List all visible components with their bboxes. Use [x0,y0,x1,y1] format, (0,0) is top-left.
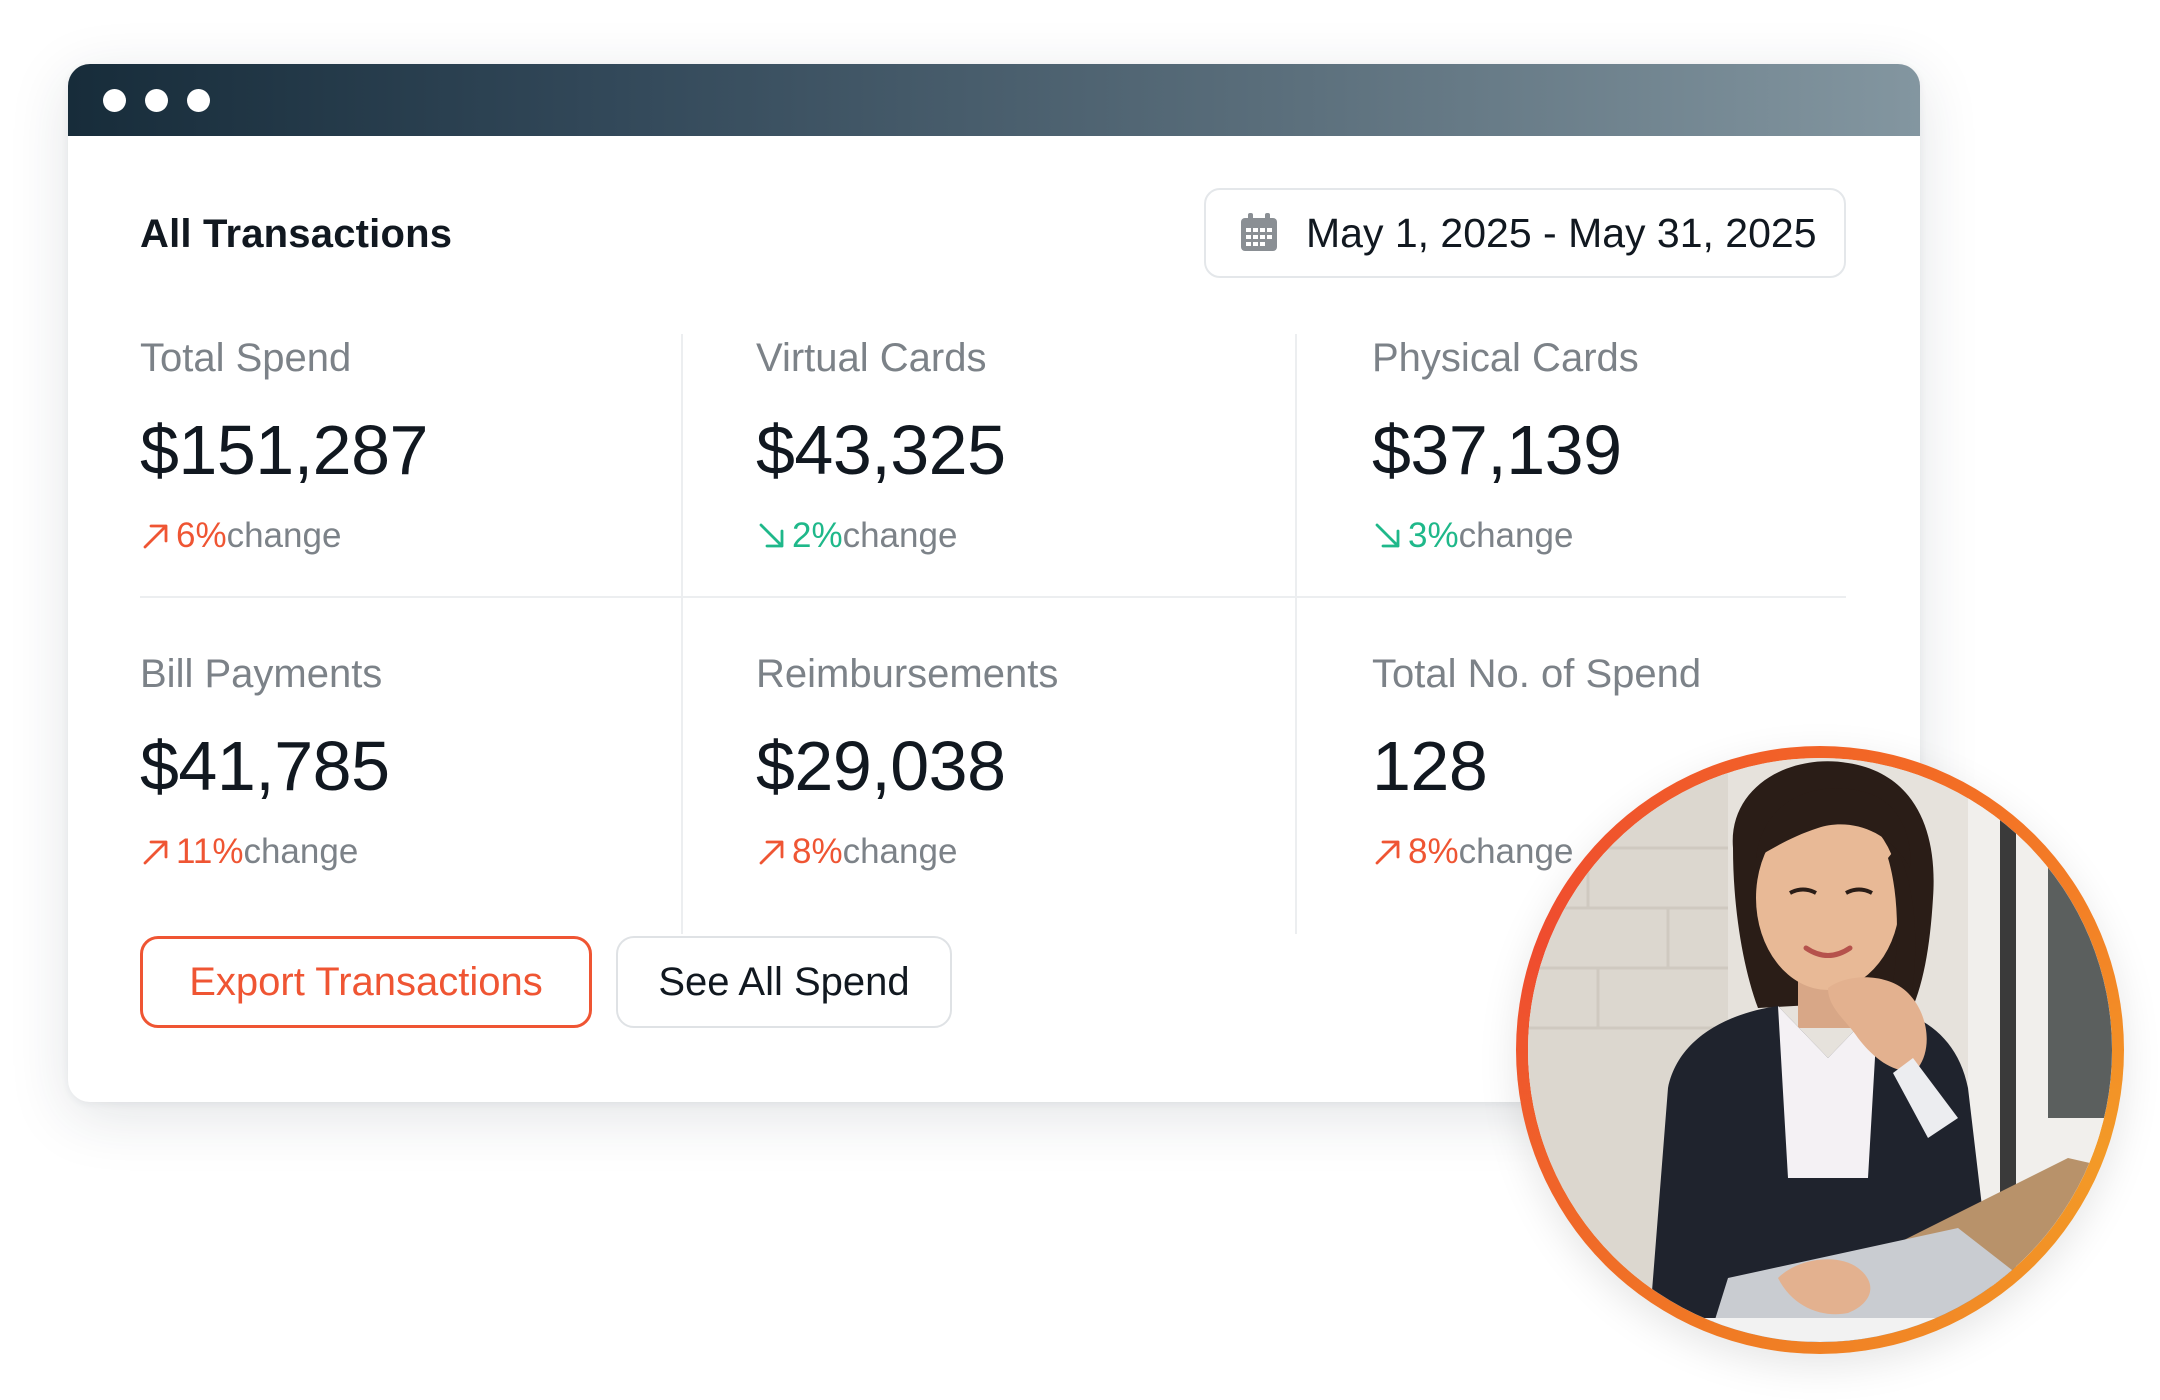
calendar-icon [1241,213,1277,251]
stat-physical-cards: Physical Cards $37,139 3% change [1372,330,1920,560]
window-titlebar [68,64,1920,136]
stat-change-pct: 8% [1408,832,1459,871]
stat-label: Total Spend [140,336,352,380]
arrow-up-right-icon [759,840,784,865]
profile-photo [1528,758,2112,1342]
stat-change-pct: 3% [1408,516,1459,555]
stat-value: $43,325 [756,411,1006,489]
stat-total-spend: Total Spend $151,287 6% change [140,330,700,560]
stat-change-word: change [1458,832,1574,871]
window-dot-icon[interactable] [145,89,168,112]
arrow-up-right-icon [1375,840,1400,865]
date-range-picker[interactable]: May 1, 2025 - May 31, 2025 [1204,188,1846,278]
stat-change-word: change [842,516,958,555]
stat-label: Bill Payments [140,652,383,696]
stat-value: $29,038 [756,727,1006,805]
stat-value: $151,287 [140,411,428,489]
person-illustration [1528,758,2112,1342]
page-title: All Transactions [140,212,453,256]
stat-label: Physical Cards [1372,336,1639,380]
arrow-up-right-icon [143,840,168,865]
stat-value: $37,139 [1372,411,1622,489]
stat-change: 11% change [140,828,700,876]
date-range-text: May 1, 2025 - May 31, 2025 [1306,209,1817,256]
grid-divider [140,596,1846,598]
stat-change-pct: 11% [176,832,244,871]
stat-label: Virtual Cards [756,336,987,380]
window-dot-icon[interactable] [103,89,126,112]
arrow-down-right-icon [759,523,784,548]
profile-photo-ring [1516,746,2124,1354]
stat-change: 6% change [140,512,700,560]
stat-change-word: change [226,516,342,555]
stat-change: 2% change [756,512,1316,560]
stat-label: Total No. of Spend [1372,652,1702,696]
stat-label: Reimbursements [756,652,1059,696]
stat-change-pct: 8% [792,832,843,871]
see-all-spend-button[interactable]: See All Spend [616,936,952,1028]
arrow-up-right-icon [143,524,168,549]
window-dot-icon[interactable] [187,89,210,112]
stat-change-pct: 6% [176,516,227,555]
stat-change: 8% change [756,828,1316,876]
stat-reimbursements: Reimbursements $29,038 8% change [756,646,1316,876]
stat-value: $41,785 [140,727,390,805]
stat-virtual-cards: Virtual Cards $43,325 2% change [756,330,1316,560]
stat-bill-payments: Bill Payments $41,785 11% change [140,646,700,876]
stat-change-word: change [842,832,958,871]
stat-change-word: change [1458,516,1574,555]
arrow-down-right-icon [1375,523,1400,548]
stat-change: 3% change [1372,512,1920,560]
stat-change-pct: 2% [792,516,843,555]
stat-change-word: change [243,832,359,871]
export-transactions-button[interactable]: Export Transactions [140,936,592,1028]
